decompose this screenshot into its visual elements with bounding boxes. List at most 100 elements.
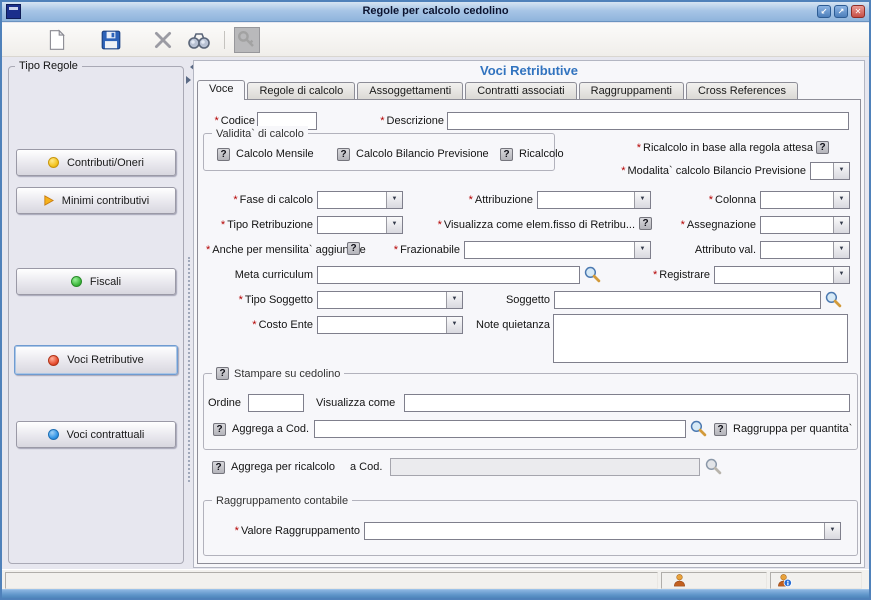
frazionabile-select[interactable] [464,241,651,259]
aggrega-per-ricalcolo-label: Aggrega per ricalcolo [231,460,335,475]
blue-dot-icon [48,429,59,440]
tab-contratti-associati[interactable]: Contratti associati [465,82,576,99]
raggruppamento-group-title: Raggruppamento contabile [212,493,352,508]
status-bar [2,569,869,590]
visualizza-come-input[interactable] [404,394,850,412]
soggetto-search-icon[interactable] [824,290,842,308]
meta-curriculum-input[interactable] [317,266,580,284]
sidebar-item-fiscali[interactable]: Fiscali [16,268,176,295]
note-quietanza-label: Note quietanza [466,318,550,333]
stampare-su-cedolino-checkbox[interactable]: ? [216,367,229,380]
calcolo-mensile-label: Calcolo Mensile [236,147,314,162]
meta-curriculum-search-icon[interactable] [583,265,601,283]
aggrega-a-cod-label: Aggrega a Cod. [232,422,309,437]
save-icon[interactable] [100,29,122,51]
modalita-bilancio-label: *Modalita` calcolo Bilancio Previsione [573,164,806,179]
raggruppa-per-quantita-label: Raggruppa per quantita` [733,422,852,437]
new-document-icon[interactable] [46,29,68,51]
ordine-label: Ordine [208,396,241,411]
window-controls: ↙ ↗ ✕ [817,5,865,18]
colonna-select[interactable] [760,191,850,209]
aggrega-a-cod-search-icon[interactable] [689,419,707,437]
aggrega-a-cod-checkbox[interactable]: ? [213,423,226,436]
splitter-handle[interactable] [188,257,190,482]
stampare-su-cedolino-group: ? Stampare su cedolino Ordine Visualizza… [203,373,858,450]
validita-group-title: Validita` di calcolo [212,126,308,141]
status-cell-message [5,572,658,589]
app-window: Regole per calcolo cedolino ↙ ↗ ✕ Tipo R… [0,0,871,600]
visualizza-come-label: Visualizza come [316,396,395,411]
maximize-button[interactable]: ↗ [834,5,848,18]
attributo-val-select[interactable] [760,241,850,259]
tab-voce[interactable]: Voce [197,80,245,100]
sidebar-item-voci-retributive[interactable]: Voci Retributive [14,345,178,375]
tipo-soggetto-label: *Tipo Soggetto [220,293,313,308]
window-title: Regole per calcolo cedolino [2,5,869,17]
stampare-group-title: ? Stampare su cedolino [212,366,344,381]
tab-cross-references[interactable]: Cross References [686,82,798,99]
aggrega-per-ricalcolo-search-icon[interactable] [704,457,722,475]
status-cell-user [661,572,767,589]
valore-raggruppamento-select[interactable] [364,522,841,540]
attributo-val-label: Attributo val. [676,243,756,258]
sidebar-item-voci-contrattuali[interactable]: Voci contrattuali [16,421,176,448]
ricalcolo-label: Ricalcolo [519,147,564,162]
note-quietanza-textarea[interactable] [553,314,848,363]
toolbar-separator [224,31,225,49]
frazionabile-label: *Frazionabile [388,243,460,258]
delete-icon[interactable] [152,29,174,51]
ricalcolo-regola-attesa-label: *Ricalcolo in base alla regola attesa [598,141,813,156]
minimize-button[interactable]: ↙ [817,5,831,18]
colonna-label: *Colonna [678,193,756,208]
fase-di-calcolo-select[interactable] [317,191,403,209]
raggruppa-per-quantita-checkbox[interactable]: ? [714,423,727,436]
calcolo-bilancio-previsione-checkbox[interactable]: ? [337,148,350,161]
tab-regole-di-calcolo[interactable]: Regole di calcolo [247,82,355,99]
tab-raggruppamenti[interactable]: Raggruppamenti [579,82,684,99]
validita-di-calcolo-group: Validita` di calcolo ? Calcolo Mensile ?… [203,133,555,171]
calcolo-mensile-checkbox[interactable]: ? [217,148,230,161]
anche-mensilita-label: *Anche per mensilita` aggiuntive [206,243,343,258]
anche-mensilita-checkbox[interactable]: ? [347,242,360,255]
soggetto-input[interactable] [554,291,821,309]
descrizione-input[interactable] [447,112,849,130]
calcolo-bilancio-previsione-label: Calcolo Bilancio Previsione [356,147,489,162]
valore-raggruppamento-label: *Valore Raggruppamento [212,524,360,539]
assegnazione-label: *Assegnazione [666,218,756,233]
sidebar-item-contributi-oneri[interactable]: Contributi/Oneri [16,149,176,176]
ricalcolo-checkbox[interactable]: ? [500,148,513,161]
green-dot-icon [71,276,82,287]
status-cell-user-info [770,572,862,589]
disabled-tool-icon [234,27,260,53]
tipo-retribuzione-select[interactable] [317,216,403,234]
meta-curriculum-label: Meta curriculum [220,268,313,283]
ordine-input[interactable] [248,394,304,412]
visualizza-elem-fisso-checkbox[interactable]: ? [639,217,652,230]
red-dot-icon [48,355,59,366]
aggrega-per-ricalcolo-checkbox[interactable]: ? [212,461,225,474]
descrizione-label: *Descrizione [346,114,444,129]
page-title: Voci Retributive [194,63,864,78]
attribuzione-select[interactable] [537,191,651,209]
titlebar[interactable]: Regole per calcolo cedolino ↙ ↗ ✕ [2,2,869,22]
yellow-triangle-icon [43,195,54,206]
tipo-regole-title: Tipo Regole [15,59,82,74]
tipo-soggetto-select[interactable] [317,291,463,309]
close-button[interactable]: ✕ [851,5,865,18]
ricalcolo-regola-attesa-checkbox[interactable]: ? [816,141,829,154]
assegnazione-select[interactable] [760,216,850,234]
registrare-select[interactable] [714,266,850,284]
sidebar-item-minimi-contributivi[interactable]: Minimi contributivi [16,187,176,214]
toolbar [2,23,869,57]
yellow-dot-icon [48,157,59,168]
main-panel: Voci Retributive Voce Regole di calcolo … [193,60,865,568]
tab-assoggettamenti[interactable]: Assoggettamenti [357,82,463,99]
modalita-bilancio-select[interactable] [810,162,850,180]
search-binoculars-icon[interactable] [186,29,212,51]
aggrega-a-cod-input[interactable] [314,420,686,438]
costo-ente-select[interactable] [317,316,463,334]
tab-content-voce: *Codice *Descrizione Validita` di calcol… [197,99,861,564]
attribuzione-label: *Attribuzione [441,193,533,208]
tipo-regole-groupbox [8,66,184,564]
aggrega-per-ricalcolo-input [390,458,700,476]
